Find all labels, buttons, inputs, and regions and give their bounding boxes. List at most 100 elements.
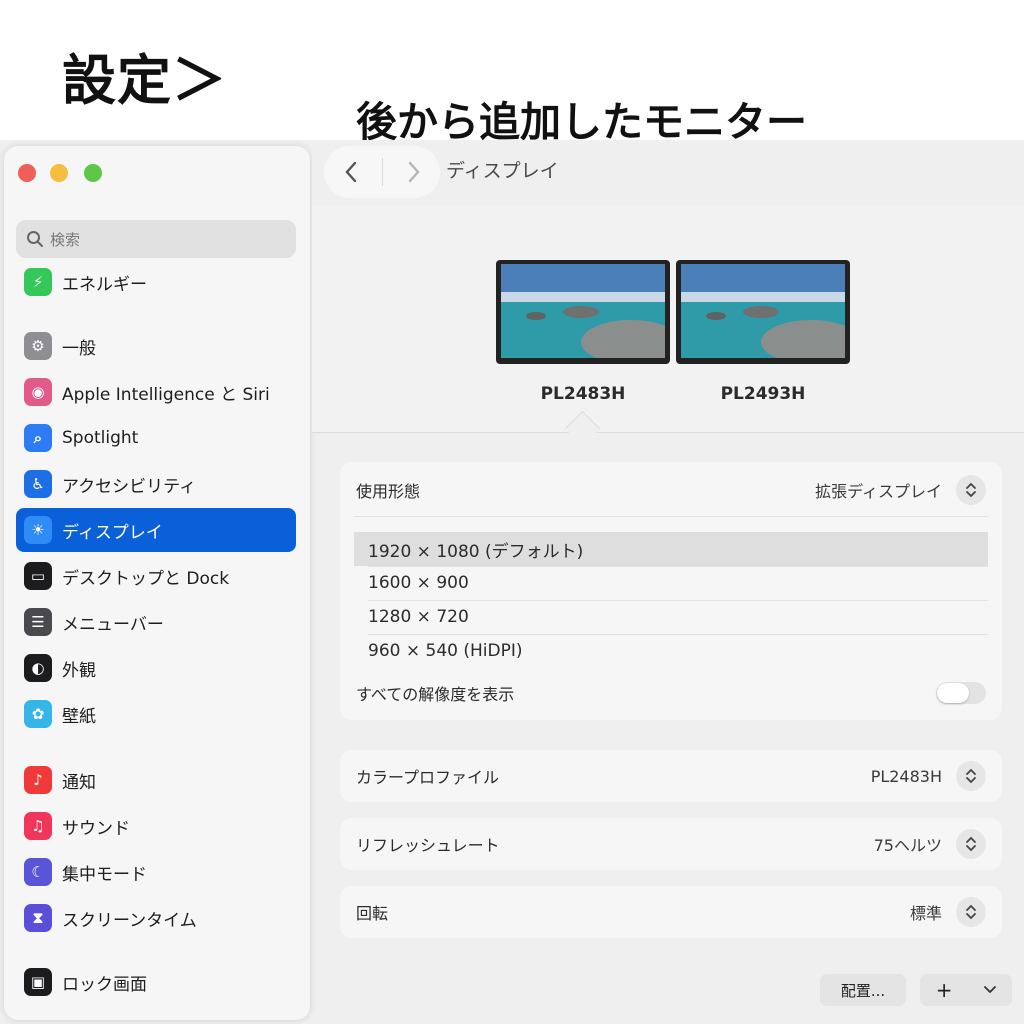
sidebar-item-label: 集中モード bbox=[62, 864, 147, 885]
sidebar-item[interactable]: ⌕ Spotlight bbox=[16, 416, 296, 460]
siri-icon: ◉ bbox=[24, 378, 52, 406]
wallpaper-image bbox=[501, 264, 681, 364]
selection-pointer bbox=[564, 410, 601, 447]
close-window-button[interactable] bbox=[18, 164, 36, 182]
main-content: ディスプレイ PL2483H PL2493H 使用形態 拡張ディスプレイ 192… bbox=[312, 140, 1024, 1024]
sidebar-item[interactable]: ⧗ スクリーンタイム bbox=[16, 896, 296, 940]
bolt-icon: ⚡ bbox=[24, 268, 52, 296]
display-name-2: PL2493H bbox=[720, 384, 806, 404]
sidebar-item[interactable]: ◉ Apple Intelligence と Siri bbox=[16, 370, 296, 414]
usage-label: 使用形態 bbox=[356, 482, 421, 501]
show-all-resolutions-row: すべての解像度を表示 bbox=[340, 676, 1002, 710]
search-field[interactable]: 検索 bbox=[16, 220, 296, 258]
rotation-row: 回転 標準 bbox=[340, 886, 1002, 938]
display-thumbnail-2[interactable]: PL2493H bbox=[676, 260, 861, 404]
rotation-value: 標準 bbox=[909, 904, 942, 923]
sidebar-item-label: メニューバー bbox=[62, 614, 164, 635]
resolution-option[interactable]: 1920 × 1080 (デフォルト) bbox=[354, 532, 988, 566]
color-profile-panel: カラープロファイル PL2483H bbox=[340, 750, 1002, 802]
refresh-rate-panel: リフレッシュレート 75ヘルツ bbox=[340, 818, 1002, 870]
resolution-option[interactable]: 1280 × 720 bbox=[354, 600, 988, 634]
sidebar: 検索 ⚡ エネルギー ⚙ 一般 ◉ Apple Intelligence と Siri ⌕ S… bbox=[4, 146, 310, 1020]
sidebar-item[interactable]: ▭ デスクトップと Dock bbox=[16, 554, 296, 598]
sidebar-item[interactable]: ♿ アクセシビリティ bbox=[16, 462, 296, 506]
chevron-right-icon bbox=[408, 161, 420, 183]
updown-chevron-icon bbox=[956, 897, 986, 927]
sidebar-item-label: エネルギー bbox=[62, 274, 147, 295]
page-title: ディスプレイ bbox=[446, 160, 559, 182]
sidebar-item-label: スクリーンタイム bbox=[62, 910, 197, 931]
search-placeholder: 検索 bbox=[50, 230, 81, 249]
refresh-rate-value: 75ヘルツ bbox=[873, 836, 942, 855]
color-profile-label: カラープロファイル bbox=[356, 768, 500, 787]
arrange-button[interactable]: 配置... bbox=[820, 974, 906, 1006]
display-settings-panel: 使用形態 拡張ディスプレイ 1920 × 1080 (デフォルト) 1600 × … bbox=[340, 462, 1002, 720]
sidebar-item[interactable]: ♫ サウンド bbox=[16, 804, 296, 848]
toolbar: ディスプレイ bbox=[312, 140, 1024, 206]
display-thumbnail-1[interactable]: PL2483H bbox=[496, 260, 681, 404]
wallpaper-image bbox=[681, 264, 861, 364]
sidebar-item-label: アクセシビリティ bbox=[62, 476, 197, 497]
sidebar-item[interactable]: ☀ ディスプレイ bbox=[16, 508, 296, 552]
plus-icon: + bbox=[935, 978, 953, 1002]
sidebar-item[interactable]: ♪ 通知 bbox=[16, 758, 296, 802]
sidebar-item-label: Apple Intelligence と Siri bbox=[62, 384, 270, 405]
sidebar-item-label: デスクトップと Dock bbox=[62, 568, 230, 589]
history-nav bbox=[324, 146, 440, 198]
sidebar-item-label: 通知 bbox=[62, 772, 96, 793]
color-profile-row: カラープロファイル PL2483H bbox=[340, 750, 1002, 802]
sidebar-item[interactable]: ✿ 壁紙 bbox=[16, 692, 296, 736]
updown-chevron-icon bbox=[956, 475, 986, 505]
refresh-rate-row: リフレッシュレート 75ヘルツ bbox=[340, 818, 1002, 870]
sidebar-item[interactable]: ⚡ エネルギー bbox=[16, 260, 296, 304]
refresh-rate-select[interactable]: 75ヘルツ bbox=[874, 829, 986, 859]
zoom-window-button[interactable] bbox=[84, 164, 102, 182]
forward-button[interactable] bbox=[392, 150, 436, 194]
annotation-subheading: 後から追加したモニター bbox=[356, 98, 807, 146]
speaker-icon: ♫ bbox=[24, 812, 52, 840]
sidebar-item-label: Spotlight bbox=[62, 428, 139, 448]
magnifier-icon: ⌕ bbox=[24, 424, 52, 452]
settings-window: 検索 ⚡ エネルギー ⚙ 一般 ◉ Apple Intelligence と Siri ⌕ S… bbox=[0, 140, 1024, 1024]
annotation-heading: 設定＞ bbox=[62, 49, 227, 112]
usage-value: 拡張ディスプレイ bbox=[815, 482, 942, 501]
back-button[interactable] bbox=[329, 150, 373, 194]
moon-icon: ☾ bbox=[24, 858, 52, 886]
sidebar-item-label: ロック画面 bbox=[62, 974, 147, 995]
resolution-option[interactable]: 1600 × 900 bbox=[354, 566, 988, 600]
menubar-icon: ☰ bbox=[24, 608, 52, 636]
resolution-option[interactable]: 960 × 540 (HiDPI) bbox=[354, 634, 988, 668]
lock-icon: ▣ bbox=[24, 968, 52, 996]
refresh-rate-label: リフレッシュレート bbox=[356, 836, 500, 855]
updown-chevron-icon bbox=[956, 829, 986, 859]
sidebar-item-label: ディスプレイ bbox=[62, 522, 163, 543]
sidebar-item-label: サウンド bbox=[62, 818, 130, 839]
minimize-window-button[interactable] bbox=[50, 164, 68, 182]
usage-select[interactable]: 拡張ディスプレイ bbox=[815, 475, 986, 505]
search-icon bbox=[27, 231, 43, 247]
chevron-down-icon bbox=[984, 986, 997, 994]
sidebar-item[interactable]: ☰ メニューバー bbox=[16, 600, 296, 644]
flower-icon: ✿ bbox=[24, 700, 52, 728]
sidebar-item[interactable]: ◐ 外観 bbox=[16, 646, 296, 690]
appearance-icon: ◐ bbox=[24, 654, 52, 682]
add-display-button[interactable]: + bbox=[920, 974, 1012, 1006]
rotation-label: 回転 bbox=[356, 904, 389, 923]
sidebar-item-label: 外観 bbox=[62, 660, 96, 681]
color-profile-select[interactable]: PL2483H bbox=[871, 761, 986, 791]
sidebar-item[interactable]: ☾ 集中モード bbox=[16, 850, 296, 894]
dock-icon: ▭ bbox=[24, 562, 52, 590]
show-all-resolutions-toggle[interactable] bbox=[936, 682, 986, 704]
sun-icon: ☀ bbox=[24, 516, 52, 544]
rotation-select[interactable]: 標準 bbox=[910, 897, 986, 927]
show-all-resolutions-label: すべての解像度を表示 bbox=[356, 685, 515, 704]
sidebar-item[interactable]: ▣ ロック画面 bbox=[16, 960, 296, 1004]
rotation-panel: 回転 標準 bbox=[340, 886, 1002, 938]
sidebar-item-label: 壁紙 bbox=[62, 706, 96, 727]
hourglass-icon: ⧗ bbox=[24, 904, 52, 932]
updown-chevron-icon bbox=[956, 761, 986, 791]
color-profile-value: PL2483H bbox=[870, 766, 942, 786]
usage-row: 使用形態 拡張ディスプレイ bbox=[340, 472, 1002, 508]
sidebar-item[interactable]: ⚙ 一般 bbox=[16, 324, 296, 368]
display-name-1: PL2483H bbox=[540, 384, 626, 404]
